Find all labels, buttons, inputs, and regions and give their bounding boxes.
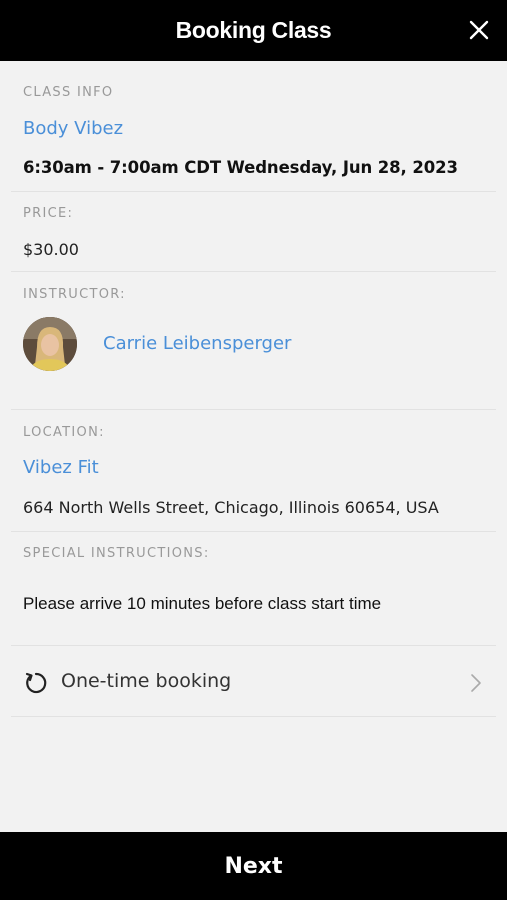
page-title: Booking Class — [175, 17, 332, 43]
chevron-right-icon — [471, 674, 481, 692]
special-instructions-label: SPECIAL INSTRUCTIONS: — [23, 546, 210, 561]
next-button-label: Next — [224, 853, 283, 879]
special-instructions-text: Please arrive 10 minutes before class st… — [23, 594, 382, 613]
special-instructions-section: SPECIAL INSTRUCTIONS: Please arrive 10 m… — [11, 532, 496, 646]
class-datetime: 6:30am - 7:00am CDT Wednesday, Jun 28, 2… — [23, 158, 458, 177]
next-button[interactable]: Next — [0, 832, 507, 900]
instructor-label: INSTRUCTOR: — [23, 287, 126, 302]
close-icon[interactable] — [467, 18, 491, 42]
price-value: $30.00 — [23, 240, 79, 259]
price-section: PRICE: $30.00 — [11, 192, 496, 272]
location-name-link[interactable]: Vibez Fit — [23, 457, 99, 478]
instructor-avatar[interactable] — [23, 317, 77, 371]
booking-type-label: One-time booking — [61, 670, 232, 692]
location-section: LOCATION: Vibez Fit 664 North Wells Stre… — [11, 410, 496, 532]
price-label: PRICE: — [23, 206, 74, 221]
refresh-icon — [25, 672, 47, 694]
instructor-name-link[interactable]: Carrie Leibensperger — [103, 333, 291, 354]
booking-details: CLASS INFO Body Vibez 6:30am - 7:00am CD… — [0, 61, 507, 832]
booking-type-row[interactable]: One-time booking — [11, 646, 496, 717]
instructor-section: INSTRUCTOR: Carrie Leibensperger — [11, 272, 496, 410]
avatar-image — [23, 317, 77, 371]
location-address: 664 North Wells Street, Chicago, Illinoi… — [23, 498, 439, 517]
class-name-link[interactable]: Body Vibez — [23, 118, 123, 139]
class-info-section: CLASS INFO Body Vibez 6:30am - 7:00am CD… — [11, 61, 496, 192]
location-label: LOCATION: — [23, 425, 105, 440]
class-info-label: CLASS INFO — [23, 85, 114, 100]
header-bar: Booking Class — [0, 0, 507, 61]
